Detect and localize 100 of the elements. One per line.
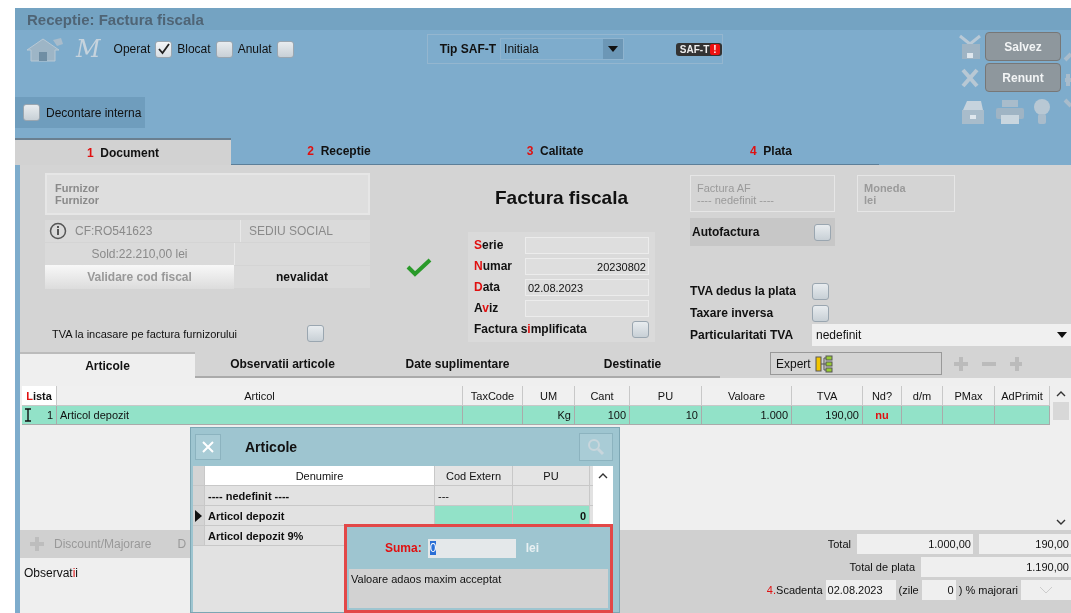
currency-label: lei — [525, 541, 540, 555]
cash-register-icon[interactable] — [959, 98, 987, 126]
checkbox-label: Operat — [113, 42, 151, 56]
total-label: Total — [827, 538, 851, 550]
expert-button[interactable]: Expert — [770, 352, 942, 375]
field-label: Numar — [474, 259, 512, 273]
checkbox[interactable] — [632, 320, 649, 338]
amount-input[interactable]: 0 — [427, 538, 516, 558]
days-field[interactable]: 0 — [921, 580, 956, 600]
column-header[interactable]: Valoare — [702, 386, 792, 406]
column-header[interactable]: TVA — [792, 386, 863, 406]
column-header[interactable]: d/m — [902, 386, 943, 406]
column-header[interactable]: PMax — [943, 386, 995, 406]
tree-icon — [814, 354, 833, 373]
hint-text: Valoare adaos maxim acceptat — [351, 573, 502, 585]
saft-dropdown[interactable]: Initiala — [500, 38, 624, 60]
column-header[interactable]: Articol — [57, 386, 463, 406]
field-value: lei — [864, 193, 878, 206]
close-button[interactable] — [195, 434, 221, 460]
caret-icon — [1039, 586, 1053, 594]
checkbox-label: Blocat — [177, 42, 211, 56]
save-icon[interactable] — [958, 33, 982, 60]
table-row[interactable]: 1 Articol depozit Kg 100 10 1.000 190,00 nu — [22, 406, 1050, 425]
field-label: Factura simplificata — [474, 322, 587, 336]
surcharge-label: ) % majorari — [958, 584, 1018, 596]
house-icon[interactable] — [25, 36, 65, 62]
supplier-name: Furnizor — [55, 194, 100, 206]
light-bulb-icon[interactable] — [1033, 98, 1051, 126]
address-type: SEDIU SOCIAL — [240, 220, 370, 242]
field-label: Moneda — [864, 181, 907, 194]
column-header[interactable]: Cant — [575, 386, 630, 406]
surcharge-dropdown[interactable] — [1021, 580, 1071, 600]
caret-icon — [1057, 332, 1067, 338]
scroll-up-icon[interactable] — [1055, 390, 1066, 398]
tab[interactable]: 1 Document — [15, 138, 231, 165]
table-cell: 1 — [22, 406, 57, 425]
validation-status: nevalidat — [275, 270, 329, 284]
row-pointer-icon — [195, 509, 202, 522]
checkbox[interactable] — [23, 104, 40, 121]
field-label: Data — [474, 280, 500, 294]
checkbox[interactable] — [814, 223, 831, 241]
column-header[interactable]: AdPrimit — [995, 386, 1050, 406]
checkbox[interactable] — [155, 40, 173, 58]
info-icon[interactable] — [49, 222, 67, 240]
input-field[interactable]: 20230802 — [525, 257, 649, 275]
checkbox-label: Anulat — [237, 42, 272, 56]
input-field[interactable]: 02.08.2023 — [525, 278, 649, 296]
add-icon[interactable] — [952, 355, 970, 373]
checkbox-label: TVA la incasare pe factura furnizorului — [52, 327, 238, 340]
table-cell — [463, 406, 523, 425]
document-title: Factura fiscala — [493, 187, 630, 210]
fiscal-code: CF:RO541623 — [75, 224, 154, 238]
checkbox-label: TVA dedus la plata — [690, 284, 798, 298]
checkbox[interactable] — [307, 325, 324, 342]
supplier-name: Furnizor — [55, 182, 100, 194]
popup-title: Articole — [245, 439, 299, 455]
table-cell: Kg — [523, 406, 575, 425]
scroll-down-icon[interactable] — [1055, 518, 1066, 526]
column-header[interactable]: Nd? — [863, 386, 902, 406]
table-cell: 10 — [630, 406, 702, 425]
table-cell: ---- nedefinit ---- — [205, 486, 435, 505]
saft-label: Tip SAF-T — [439, 42, 497, 56]
checkbox-label: Autofactura — [692, 225, 760, 239]
checkbox[interactable] — [812, 282, 829, 300]
row-header[interactable] — [193, 506, 205, 525]
window-title: Receptie: Factura fiscala — [27, 10, 204, 28]
column-header[interactable]: PU — [630, 386, 702, 406]
close-icon — [202, 441, 214, 453]
field-label: Aviz — [474, 301, 499, 315]
total-label: Total de plata — [849, 561, 915, 573]
column-header[interactable]: Denumire — [205, 466, 435, 485]
column-header[interactable]: Lista — [22, 386, 57, 406]
caret-icon — [607, 46, 618, 52]
close-icon[interactable] — [960, 66, 980, 89]
vat-dropdown[interactable]: nedefinit — [812, 324, 1071, 346]
due-date-field[interactable]: 02.08.2023 — [825, 580, 896, 600]
table-cell: --- — [435, 486, 513, 505]
checkmark-icon — [406, 256, 432, 277]
checkbox[interactable] — [276, 40, 294, 58]
table-cell — [902, 406, 943, 425]
table-cell — [995, 406, 1050, 425]
checkbox[interactable] — [215, 40, 233, 58]
total-value: 1.000,00 — [857, 534, 973, 554]
column-header[interactable]: UM — [523, 386, 575, 406]
tab[interactable]: Articole — [20, 352, 195, 378]
search-button[interactable] — [579, 433, 613, 461]
search-icon — [587, 438, 605, 456]
plus-icon[interactable] — [1061, 50, 1071, 110]
scroll-up-icon[interactable] — [598, 472, 608, 480]
table-cell: Articol depozit — [57, 406, 463, 425]
column-header[interactable]: TaxCode — [463, 386, 523, 406]
total-payable: 1.190,00 — [921, 557, 1071, 577]
printer-icon[interactable] — [995, 99, 1025, 125]
checkbox-label: Decontare interna — [46, 105, 142, 120]
field-label: Serie — [474, 238, 504, 252]
checkbox[interactable] — [812, 304, 829, 322]
table-cell — [943, 406, 995, 425]
add-icon[interactable] — [1008, 355, 1022, 373]
table-cell: nu — [863, 406, 902, 425]
balance: Sold:22.210,00 lei — [90, 247, 189, 261]
